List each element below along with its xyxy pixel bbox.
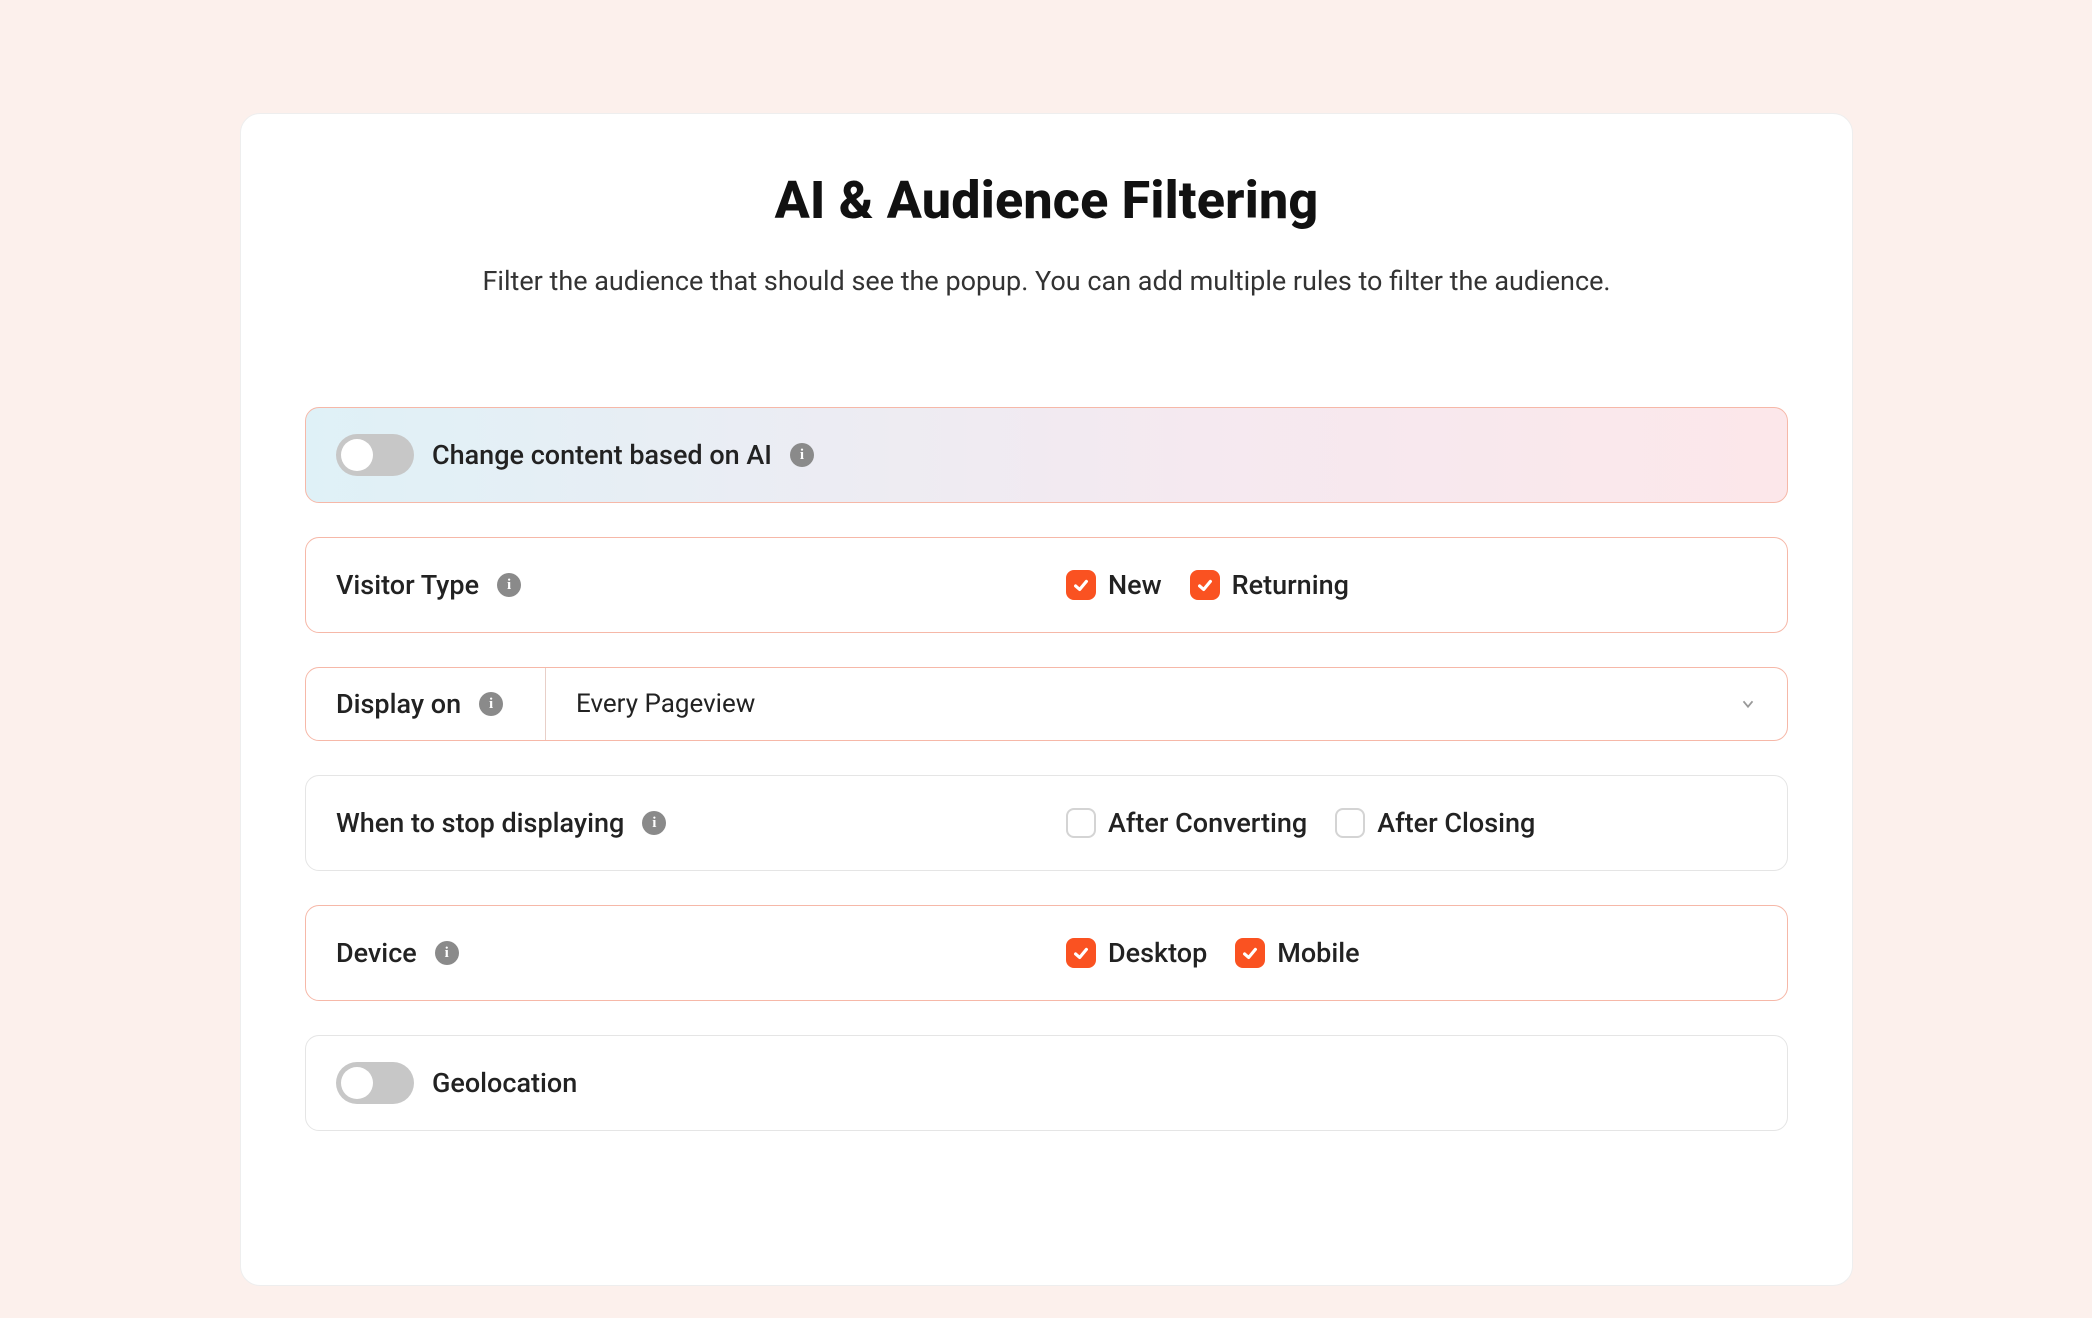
page-title: AI & Audience Filtering	[305, 170, 1788, 231]
toggle-knob	[341, 1067, 373, 1099]
label-ai-content: Change content based on AI	[432, 439, 772, 471]
checkbox-label-after-converting: After Converting	[1108, 807, 1307, 839]
row-ai-content: Change content based on AI	[305, 407, 1788, 503]
row-device: Device Desktop Mobile	[305, 905, 1788, 1001]
label-stop-displaying: When to stop displaying	[336, 807, 624, 839]
page-subtitle: Filter the audience that should see the …	[305, 265, 1788, 297]
toggle-geolocation[interactable]	[336, 1062, 414, 1104]
checkbox-desktop[interactable]	[1066, 938, 1096, 968]
checkbox-label-after-closing: After Closing	[1377, 807, 1535, 839]
checkbox-label-new: New	[1108, 569, 1162, 601]
chevron-down-icon	[1739, 695, 1757, 713]
checkbox-group-mobile: Mobile	[1235, 937, 1359, 969]
toggle-knob	[341, 439, 373, 471]
checkbox-group-desktop: Desktop	[1066, 937, 1207, 969]
info-icon[interactable]	[435, 941, 459, 965]
checkbox-label-returning: Returning	[1232, 569, 1349, 601]
checkbox-visitor-new[interactable]	[1066, 570, 1096, 600]
checkbox-group-after-closing: After Closing	[1335, 807, 1535, 839]
label-display-on: Display on	[336, 688, 461, 720]
row-stop-displaying: When to stop displaying After Converting…	[305, 775, 1788, 871]
settings-panel: AI & Audience Filtering Filter the audie…	[240, 113, 1853, 1286]
toggle-ai-content[interactable]	[336, 434, 414, 476]
checkbox-label-desktop: Desktop	[1108, 937, 1207, 969]
checkbox-label-mobile: Mobile	[1277, 937, 1359, 969]
checkbox-visitor-returning[interactable]	[1190, 570, 1220, 600]
checkbox-group-returning: Returning	[1190, 569, 1349, 601]
row-visitor-type: Visitor Type New Returning	[305, 537, 1788, 633]
label-visitor-type: Visitor Type	[336, 569, 479, 601]
checkbox-after-converting[interactable]	[1066, 808, 1096, 838]
checkbox-after-closing[interactable]	[1335, 808, 1365, 838]
row-geolocation: Geolocation	[305, 1035, 1788, 1131]
select-display-on[interactable]: Every Pageview	[546, 668, 1787, 740]
label-cell-display-on: Display on	[306, 668, 546, 740]
info-icon[interactable]	[479, 692, 503, 716]
row-display-on: Display on Every Pageview	[305, 667, 1788, 741]
checkbox-mobile[interactable]	[1235, 938, 1265, 968]
label-device: Device	[336, 937, 417, 969]
info-icon[interactable]	[790, 443, 814, 467]
info-icon[interactable]	[642, 811, 666, 835]
info-icon[interactable]	[497, 573, 521, 597]
label-geolocation: Geolocation	[432, 1067, 577, 1099]
checkbox-group-after-converting: After Converting	[1066, 807, 1307, 839]
select-value-display-on: Every Pageview	[576, 689, 755, 719]
checkbox-group-new: New	[1066, 569, 1162, 601]
